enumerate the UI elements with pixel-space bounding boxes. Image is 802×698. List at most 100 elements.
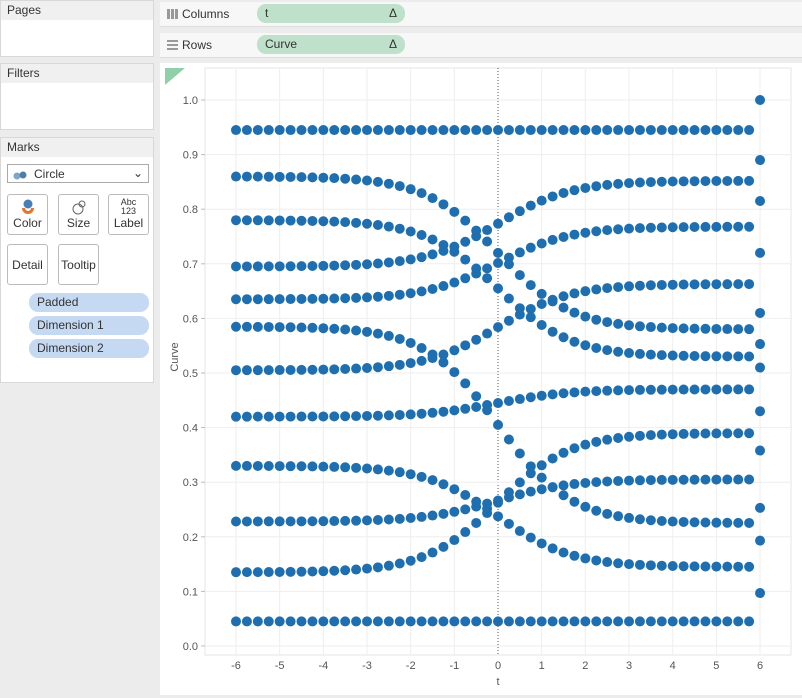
data-point bbox=[493, 616, 504, 627]
data-point bbox=[645, 475, 656, 486]
data-point bbox=[241, 215, 252, 226]
data-point bbox=[667, 125, 678, 136]
data-point bbox=[482, 263, 493, 274]
y-tick-label: 0.0 bbox=[183, 641, 198, 653]
data-point bbox=[678, 474, 689, 485]
y-tick-label: 0.7 bbox=[183, 259, 198, 271]
x-tick-label: -1 bbox=[449, 660, 459, 672]
rows-shelf[interactable]: Rows Curve Δ bbox=[160, 33, 802, 58]
data-point bbox=[471, 402, 482, 413]
data-point bbox=[427, 249, 438, 260]
rows-pill-curve[interactable]: Curve Δ bbox=[257, 35, 405, 54]
data-point bbox=[372, 125, 383, 136]
chart-view[interactable]: -6 -5 -4 -3 -2 -1 0 1 2 3 4 5 6 0.0 0.1 0.2 0.3 0.4 0.5 0.6… bbox=[160, 63, 802, 695]
data-point bbox=[362, 616, 373, 627]
data-point bbox=[634, 514, 645, 525]
data-point bbox=[372, 328, 383, 339]
data-point bbox=[362, 175, 373, 186]
data-point bbox=[733, 279, 744, 290]
data-point bbox=[383, 465, 394, 476]
data-point bbox=[285, 322, 296, 333]
columns-shelf[interactable]: Columns tΔ bbox=[160, 2, 802, 27]
data-point bbox=[645, 560, 656, 571]
data-point bbox=[471, 501, 482, 512]
data-point bbox=[613, 178, 624, 189]
data-point bbox=[493, 419, 504, 430]
data-point bbox=[613, 282, 624, 293]
data-point bbox=[340, 411, 351, 422]
data-point bbox=[482, 616, 493, 627]
mark-type-value: Circle bbox=[34, 167, 65, 181]
data-point bbox=[667, 474, 678, 485]
data-point bbox=[700, 323, 711, 334]
data-point bbox=[722, 474, 733, 485]
data-point bbox=[394, 467, 405, 478]
mark-field-dimension-2[interactable]: Dimension 2 bbox=[29, 339, 149, 358]
tooltip-button[interactable]: Tooltip bbox=[58, 244, 99, 285]
size-button[interactable]: Size bbox=[58, 194, 99, 235]
data-point bbox=[722, 561, 733, 572]
data-point bbox=[263, 321, 274, 332]
data-point bbox=[471, 391, 482, 402]
data-point bbox=[263, 125, 274, 136]
data-point bbox=[252, 321, 263, 332]
color-button[interactable]: Color bbox=[7, 194, 48, 235]
data-point bbox=[493, 497, 504, 508]
data-point bbox=[241, 516, 252, 527]
data-point bbox=[252, 411, 263, 422]
data-point bbox=[329, 616, 340, 627]
scatter-plot[interactable]: -6 -5 -4 -3 -2 -1 0 1 2 3 4 5 6 0.0 0.1 0.2 0.3 0.4 0.5 0.6… bbox=[160, 63, 802, 695]
y-tick-label: 0.9 bbox=[183, 150, 198, 162]
data-point bbox=[667, 222, 678, 233]
data-point bbox=[667, 384, 678, 395]
data-point bbox=[394, 125, 405, 136]
data-point bbox=[362, 410, 373, 421]
data-point bbox=[536, 125, 547, 136]
data-point bbox=[503, 487, 514, 498]
label-button[interactable]: Abc 123 Label bbox=[108, 194, 149, 235]
data-point bbox=[329, 323, 340, 334]
data-point bbox=[263, 294, 274, 305]
data-point bbox=[405, 513, 416, 524]
data-point bbox=[624, 512, 635, 523]
data-point bbox=[514, 394, 525, 405]
data-point bbox=[416, 355, 427, 366]
data-point bbox=[405, 184, 416, 195]
data-point bbox=[700, 351, 711, 362]
data-point bbox=[689, 616, 700, 627]
data-point bbox=[591, 555, 602, 566]
data-point bbox=[307, 322, 318, 333]
mark-type-select[interactable]: Circle ⌄ bbox=[7, 164, 149, 183]
columns-pill-t[interactable]: tΔ bbox=[257, 4, 405, 23]
data-point bbox=[591, 125, 602, 136]
data-point bbox=[241, 261, 252, 272]
mark-field-dimension-1[interactable]: Dimension 1 bbox=[29, 316, 149, 335]
data-point bbox=[318, 364, 329, 375]
filters-panel[interactable]: Filters bbox=[0, 63, 154, 130]
data-point bbox=[231, 411, 241, 422]
data-point bbox=[503, 293, 514, 304]
data-point bbox=[613, 346, 624, 357]
data-point bbox=[416, 252, 427, 263]
data-point bbox=[711, 279, 722, 290]
data-point bbox=[263, 215, 274, 226]
data-point bbox=[580, 501, 591, 512]
data-point bbox=[547, 482, 558, 493]
data-point bbox=[744, 428, 755, 439]
data-point bbox=[689, 561, 700, 572]
data-point bbox=[656, 384, 667, 395]
data-point bbox=[372, 616, 383, 627]
data-point bbox=[252, 215, 263, 226]
data-point bbox=[602, 317, 613, 328]
mark-field-padded[interactable]: Padded bbox=[29, 293, 149, 312]
data-point bbox=[471, 125, 482, 136]
detail-button[interactable]: Detail bbox=[7, 244, 48, 285]
data-point bbox=[591, 181, 602, 192]
data-point bbox=[405, 555, 416, 566]
data-point bbox=[558, 480, 569, 491]
data-point bbox=[624, 475, 635, 486]
data-point bbox=[405, 337, 416, 348]
data-point bbox=[460, 215, 471, 226]
data-point bbox=[700, 517, 711, 528]
data-point bbox=[722, 221, 733, 232]
